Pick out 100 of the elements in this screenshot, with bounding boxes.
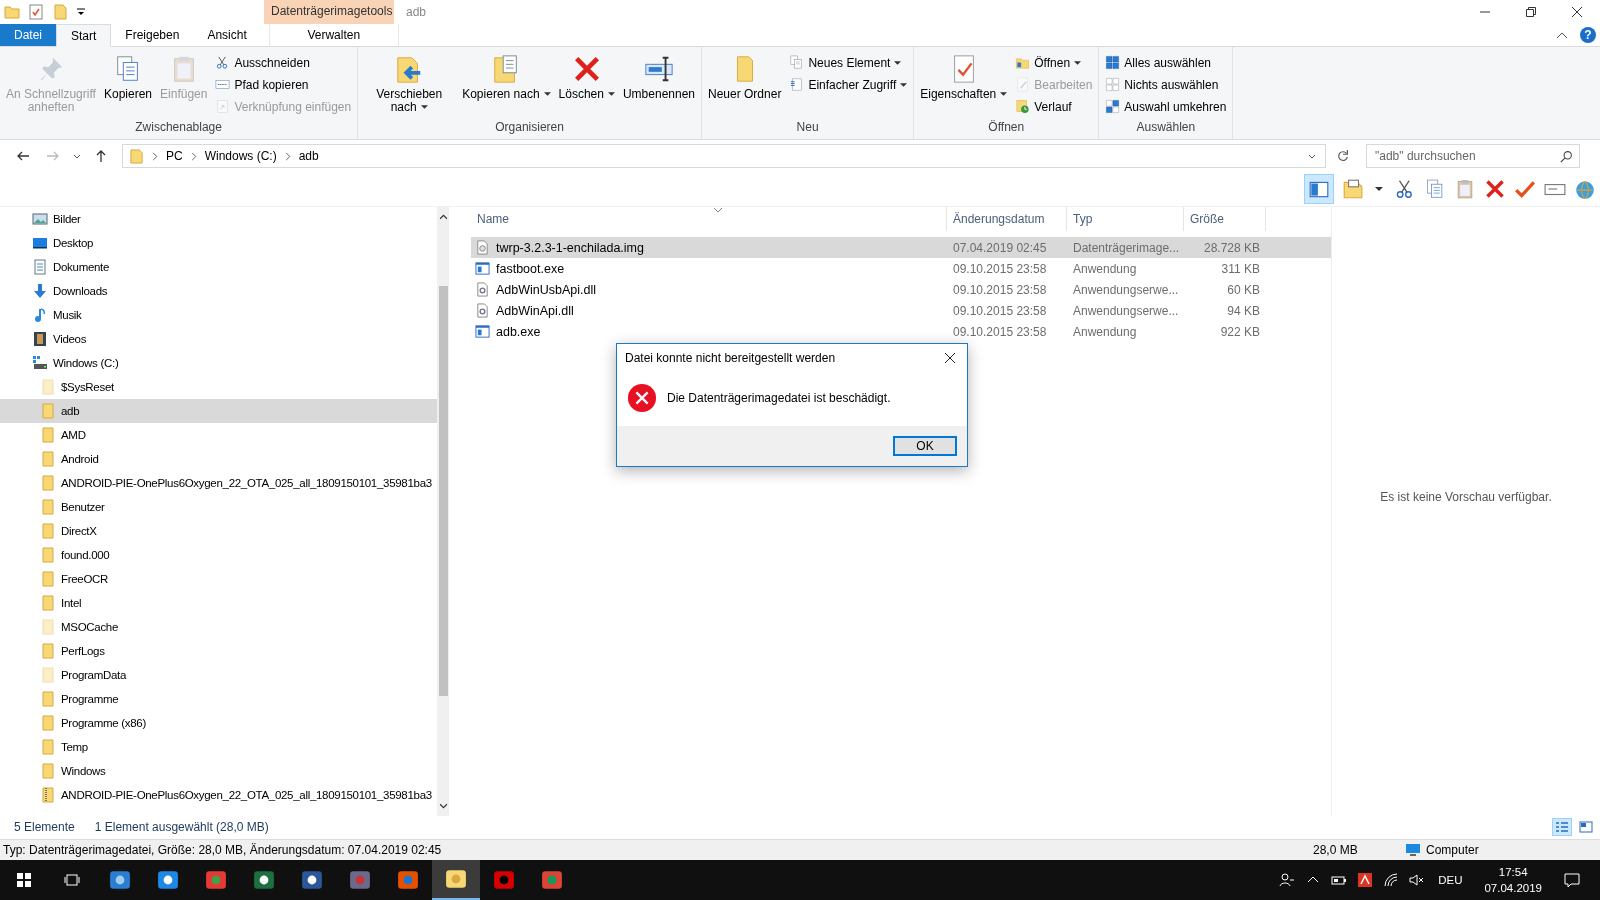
notification-icon[interactable] xyxy=(1564,872,1580,888)
tree-item[interactable]: Musik xyxy=(0,303,437,327)
copy-icon[interactable] xyxy=(1424,178,1446,200)
folder-document-command[interactable]: Kopieren nach xyxy=(459,49,554,119)
tree-item[interactable]: Downloads xyxy=(0,279,437,303)
tree-item[interactable]: Desktop xyxy=(0,231,437,255)
folder-open-command[interactable]: Öffnen xyxy=(1012,52,1096,73)
document-check-icon[interactable] xyxy=(28,4,44,20)
text-cursor-command[interactable]: Umbenennen xyxy=(619,49,698,119)
breadcrumb[interactable]: Windows (C:) xyxy=(204,149,277,163)
history-command[interactable]: Verlauf xyxy=(1012,96,1096,117)
ribbon-tab[interactable]: Ansicht xyxy=(193,24,261,46)
tree-item[interactable]: Temp xyxy=(0,735,437,759)
file-row[interactable]: fastboot.exe 09.10.2015 23:58 Anwendung 311 KB xyxy=(471,258,1331,279)
ok-button[interactable]: OK xyxy=(893,436,957,456)
details-view-button[interactable] xyxy=(1552,818,1572,836)
file-row[interactable]: twrp-3.2.3-1-enchilada.img 07.04.2019 02:45 Datenträgerimage... 28.728 KB xyxy=(471,237,1331,258)
tree-item[interactable]: DirectX xyxy=(0,519,437,543)
folder-command[interactable]: Neuer Ordner xyxy=(705,49,785,119)
app-icon xyxy=(301,869,323,891)
tree-item[interactable]: Videos xyxy=(0,327,437,351)
scroll-down-icon[interactable] xyxy=(438,803,448,810)
clipboard-icon[interactable] xyxy=(1454,178,1476,200)
caret-icon[interactable] xyxy=(1375,185,1383,193)
globe-icon[interactable] xyxy=(1574,178,1596,200)
people-icon[interactable] xyxy=(1279,872,1296,888)
tree-item[interactable]: FreeOCR xyxy=(0,567,437,591)
task-view-icon[interactable] xyxy=(64,872,80,888)
refresh-icon[interactable] xyxy=(1336,149,1350,163)
document-list-command[interactable]: Einfacher Zugriff xyxy=(786,74,911,95)
checkmark-icon[interactable] xyxy=(1514,178,1536,200)
tree-item[interactable]: AMD xyxy=(0,423,437,447)
copy-command[interactable]: Kopieren xyxy=(101,49,156,119)
grid-mixed-command[interactable]: Auswahl umkehren xyxy=(1102,96,1230,117)
ribbon-tab[interactable]: Datei xyxy=(0,24,56,46)
folder-icon xyxy=(40,715,56,731)
breadcrumb[interactable]: PC xyxy=(166,149,183,163)
scissors-command[interactable]: Ausschneiden xyxy=(212,52,355,73)
app-icon xyxy=(541,869,563,891)
tree-item[interactable]: Programme (x86) xyxy=(0,711,437,735)
help-button[interactable]: ? xyxy=(1580,27,1596,43)
documents-command[interactable]: Neues Element xyxy=(786,52,911,73)
tree-item[interactable]: Programme xyxy=(0,687,437,711)
grid-empty-command[interactable]: Nichts auswählen xyxy=(1102,74,1230,95)
preview-pane-button[interactable] xyxy=(1304,174,1334,204)
grid-filled-command[interactable]: Alles auswählen xyxy=(1102,52,1230,73)
tree-item[interactable]: found.000 xyxy=(0,543,437,567)
wifi-icon[interactable] xyxy=(1383,872,1400,888)
folder-note-icon[interactable] xyxy=(1342,178,1364,200)
file-row[interactable]: AdbWinApi.dll 09.10.2015 23:58 Anwendungserwe... 94 KB xyxy=(471,300,1331,321)
tree-item[interactable]: Android xyxy=(0,447,437,471)
close-icon[interactable] xyxy=(945,353,955,363)
ribbon-tab[interactable]: Verwalten xyxy=(268,24,399,46)
delete-command[interactable]: Löschen xyxy=(555,49,618,119)
caret-icon[interactable] xyxy=(1308,152,1316,160)
caret-icon[interactable] xyxy=(73,152,81,160)
column-header[interactable]: Name xyxy=(471,207,947,231)
windows-logo-icon[interactable] xyxy=(16,872,32,888)
ribbon-tab[interactable]: Start xyxy=(56,24,112,47)
caret-icon[interactable] xyxy=(76,7,86,17)
file-row[interactable]: AdbWinUsbApi.dll 09.10.2015 23:58 Anwendungserwe... 60 KB xyxy=(471,279,1331,300)
ribbon-group-label: Auswählen xyxy=(1135,119,1197,136)
tree-item[interactable]: MSOCache xyxy=(0,615,437,639)
search-field[interactable]: "adb" durchsuchen xyxy=(1366,144,1580,168)
column-header[interactable]: Änderungsdatum xyxy=(947,207,1067,231)
path-command[interactable]: Pfad kopieren xyxy=(212,74,355,95)
tree-item[interactable]: Intel xyxy=(0,591,437,615)
document-check-command[interactable]: Eigenschaften xyxy=(917,49,1011,119)
breadcrumb[interactable]: adb xyxy=(298,149,319,163)
folder-arrow-command[interactable]: Verschieben nach xyxy=(361,49,458,119)
tree-item[interactable]: Windows xyxy=(0,759,437,783)
ribbon-group-label: Öffnen xyxy=(987,119,1026,136)
tree-item[interactable]: $SysReset xyxy=(0,375,437,399)
tree-item[interactable]: Benutzer xyxy=(0,495,437,519)
tree-item[interactable]: Dokumente xyxy=(0,255,437,279)
file-row[interactable]: adb.exe 09.10.2015 23:58 Anwendung 922 KB xyxy=(471,321,1331,342)
tree-item[interactable]: PerfLogs xyxy=(0,639,437,663)
delete-icon[interactable] xyxy=(1484,178,1506,200)
clock[interactable]: 17:54 07.04.2019 xyxy=(1484,864,1542,896)
tree-item[interactable]: ANDROID-PIE-OnePlus6Oxygen_22_OTA_025_all_1809150101_35981ba3 xyxy=(0,471,437,495)
tiles-view-button[interactable] xyxy=(1576,818,1596,836)
scroll-up-icon[interactable] xyxy=(438,213,448,220)
table-cell-text: Anwendungserwe... xyxy=(1072,282,1180,297)
column-header[interactable]: Größe xyxy=(1184,207,1266,231)
address-bar[interactable]: PC Windows (C:) adb xyxy=(122,144,1326,168)
taskbar-app[interactable] xyxy=(432,860,480,900)
table-cell-text: 09.10.2015 23:58 xyxy=(952,303,1048,318)
language-indicator[interactable]: DEU xyxy=(1438,874,1463,886)
speaker-muted-icon[interactable] xyxy=(1409,872,1426,888)
tree-item[interactable]: ProgramData xyxy=(0,663,437,687)
shield-icon[interactable] xyxy=(1357,872,1374,888)
ribbon-tab[interactable]: Freigeben xyxy=(111,24,194,46)
tree-item[interactable]: adb xyxy=(0,399,437,423)
tree-item[interactable]: Windows (C:) xyxy=(0,351,437,375)
tree-item[interactable]: ANDROID-PIE-OnePlus6Oxygen_22_OTA_025_all_1809150101_35981ba3 xyxy=(0,783,437,807)
collapse-ribbon-icon[interactable] xyxy=(1556,31,1568,39)
scrollbar[interactable] xyxy=(437,207,449,816)
dialog-title: Datei konnte nicht bereitgestellt werden xyxy=(625,351,837,365)
tree-item[interactable]: Bilder xyxy=(0,207,437,231)
column-header[interactable]: Typ xyxy=(1067,207,1184,231)
